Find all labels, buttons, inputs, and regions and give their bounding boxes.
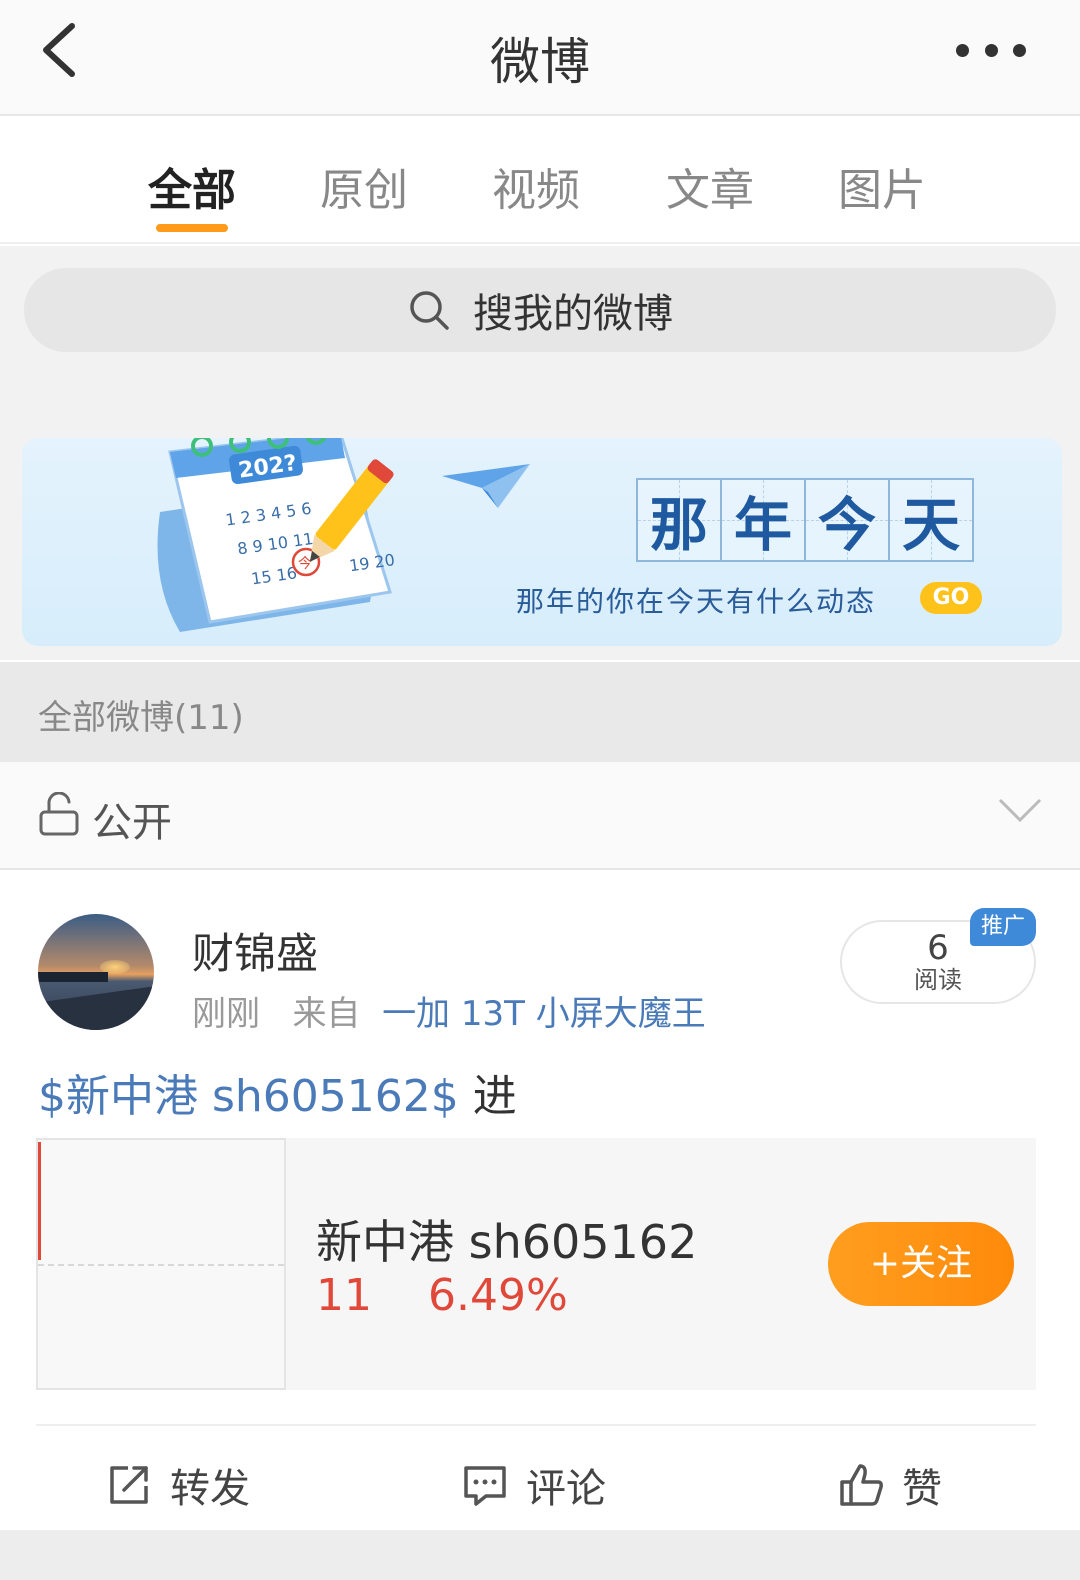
on-this-day-banner[interactable]: 202? 1 2 3 4 5 6 8 9 10 11 12 15 16 19 2… xyxy=(22,438,1062,646)
comment-icon xyxy=(464,1466,506,1506)
banner-title-char: 今 xyxy=(804,478,890,562)
tab-original[interactable]: 原创 xyxy=(274,154,454,218)
like-button[interactable]: 赞 xyxy=(838,1456,942,1514)
post-actions: 转发 评论 赞 xyxy=(0,1430,1080,1530)
banner-title-char: 那 xyxy=(636,478,722,562)
calendar-illustration: 202? 1 2 3 4 5 6 8 9 10 11 12 15 16 19 2… xyxy=(157,438,396,632)
repost-label: 转发 xyxy=(170,1466,250,1512)
chevron-down-icon[interactable] xyxy=(998,796,1042,826)
promo-tag[interactable]: 推广 xyxy=(970,908,1036,946)
stock-price: 11 xyxy=(316,1270,372,1321)
stock-name: 新中港 sh605162 xyxy=(316,1215,698,1269)
top-nav-bar: 微博 xyxy=(0,0,1080,116)
tab-all[interactable]: 全部 xyxy=(102,154,282,218)
tab-article[interactable]: 文章 xyxy=(620,154,800,218)
post-body: 进 xyxy=(458,1071,517,1122)
banner-go-button[interactable]: GO xyxy=(920,582,982,614)
section-header: 全部微博(11) xyxy=(0,662,1080,762)
active-tab-indicator xyxy=(156,224,228,232)
user-name[interactable]: 财锦盛 xyxy=(192,920,318,981)
paper-plane-icon xyxy=(442,464,530,508)
tab-video[interactable]: 视频 xyxy=(446,154,626,218)
search-placeholder: 搜我的微博 xyxy=(473,291,673,337)
stock-chart-thumbnail xyxy=(36,1138,286,1390)
follow-button[interactable]: +关注 xyxy=(828,1222,1014,1306)
banner-title-char: 年 xyxy=(720,478,806,562)
divider xyxy=(36,1424,1036,1426)
calendar-stamp: 今 xyxy=(298,556,312,572)
post-time: 刚刚 xyxy=(192,994,260,1034)
section-title: 全部微博(11) xyxy=(38,698,244,738)
comment-button[interactable]: 评论 xyxy=(462,1456,606,1514)
avatar[interactable] xyxy=(38,914,154,1030)
like-label: 赞 xyxy=(902,1466,942,1512)
visibility-label: 公开 xyxy=(92,800,172,846)
post-device[interactable]: 一加 13T 小屏大魔王 xyxy=(382,994,706,1034)
post-source-prefix: 来自 xyxy=(292,994,361,1034)
search-icon xyxy=(410,291,449,330)
banner-subtitle: 那年的你在今天有什么动态 xyxy=(516,585,877,618)
post-text: $新中港 sh605162$ 进 xyxy=(38,1060,517,1124)
comment-label: 评论 xyxy=(526,1466,606,1512)
tab-image[interactable]: 图片 xyxy=(792,154,972,218)
repost-button[interactable]: 转发 xyxy=(106,1456,250,1514)
post-meta: 刚刚 来自 一加 13T 小屏大魔王 xyxy=(192,986,706,1035)
read-label: 阅读 xyxy=(914,966,962,994)
stock-topic-link[interactable]: $新中港 sh605162$ xyxy=(38,1071,459,1122)
bottom-separator xyxy=(0,1530,1080,1580)
lock-icon xyxy=(39,792,79,836)
post-card: 财锦盛 刚刚 来自 一加 13T 小屏大魔王 6 阅读 推广 $新中港 sh60… xyxy=(0,870,1080,1530)
search-input[interactable]: 搜我的微博 xyxy=(24,268,1056,352)
repost-icon xyxy=(110,1466,148,1504)
banner-title: 那 年 今 天 xyxy=(636,478,974,562)
stock-card[interactable]: 新中港 sh605162 11 6.49% +关注 xyxy=(36,1138,1036,1390)
more-dots-icon[interactable] xyxy=(956,36,1026,64)
banner-title-char: 天 xyxy=(888,478,974,562)
stock-change: 6.49% xyxy=(428,1270,568,1321)
page-title: 微博 xyxy=(490,33,590,91)
stock-chart-baseline xyxy=(38,1264,284,1266)
visibility-selector[interactable]: 公开 xyxy=(0,762,1080,870)
like-icon xyxy=(840,1464,883,1506)
stock-chart-line xyxy=(38,1142,41,1260)
